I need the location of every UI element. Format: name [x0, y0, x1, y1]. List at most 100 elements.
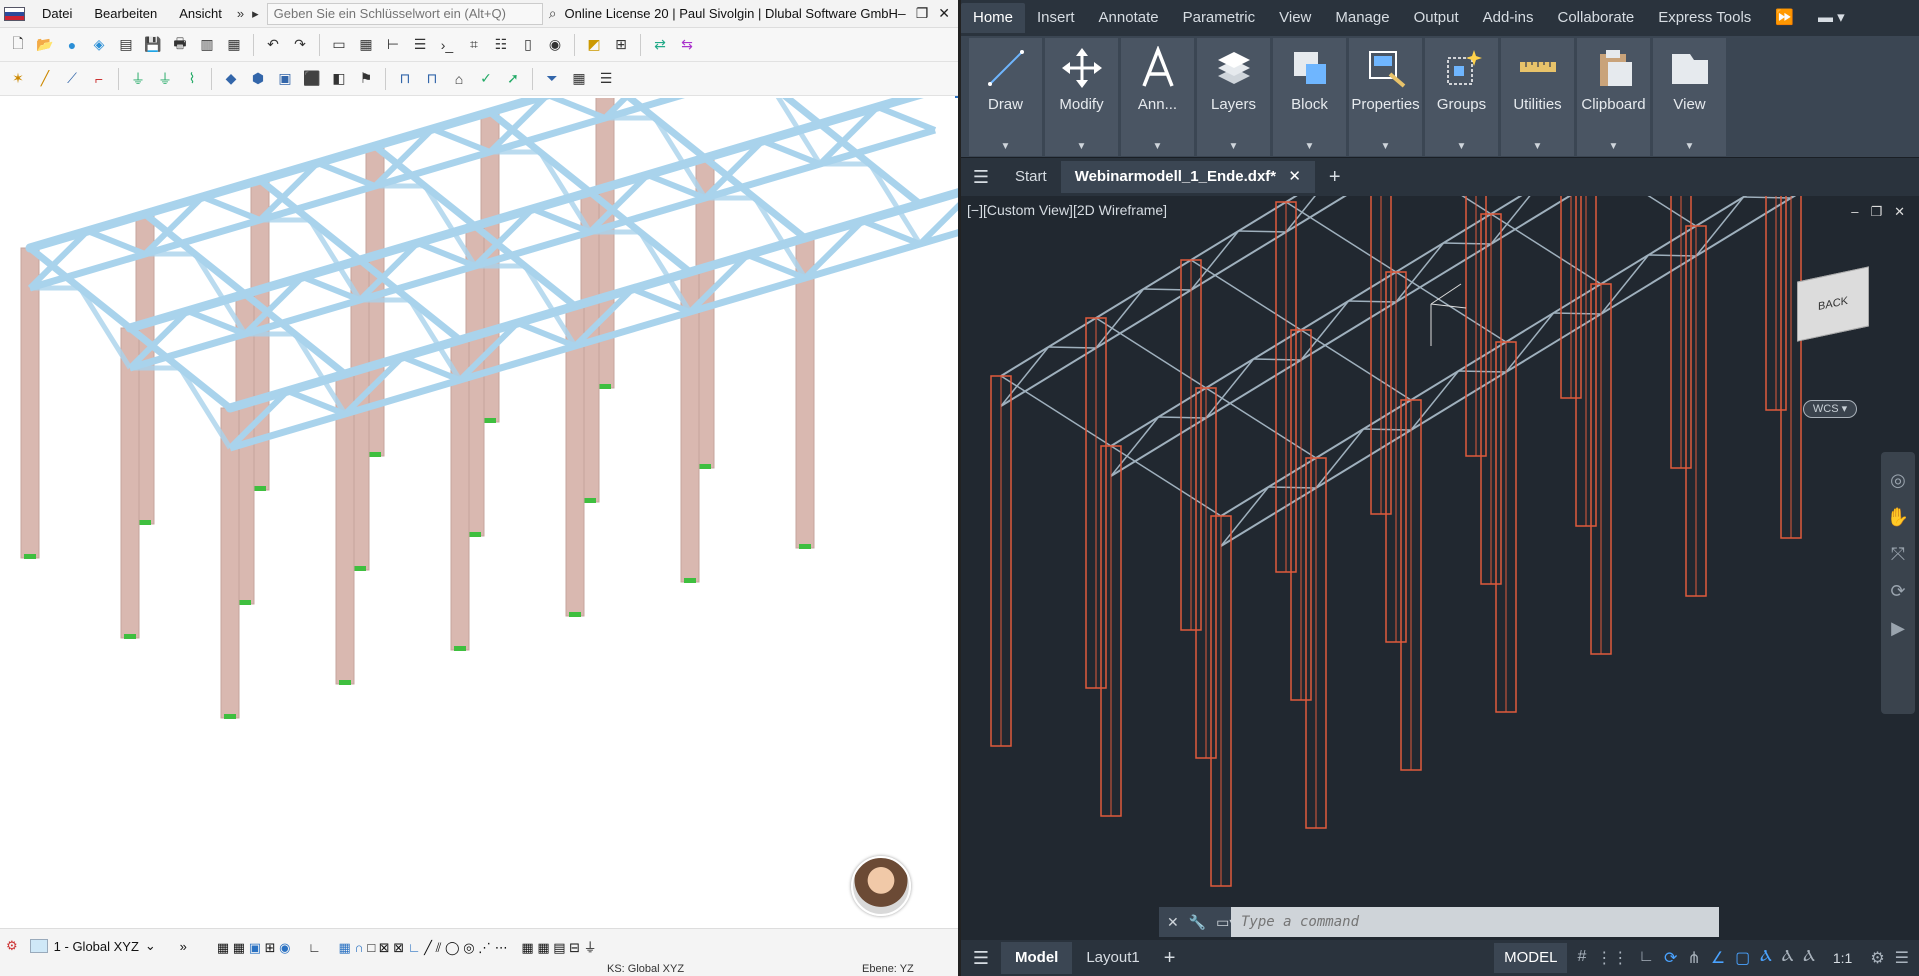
- more-icon[interactable]: »: [180, 939, 187, 954]
- new-tab-icon[interactable]: +: [1315, 166, 1355, 189]
- close-icon[interactable]: ✕: [1167, 914, 1179, 931]
- box-select-icon[interactable]: ▣: [273, 67, 297, 91]
- node-icon[interactable]: ✶: [6, 67, 30, 91]
- ribbon-tab-insert[interactable]: Insert: [1025, 3, 1087, 33]
- angle-icon[interactable]: ∟: [308, 940, 324, 955]
- funnel-icon[interactable]: ⏷: [540, 67, 564, 91]
- ribbon-tab-parametric[interactable]: Parametric: [1171, 3, 1268, 33]
- menu-bearbeiten[interactable]: Bearbeiten: [83, 6, 168, 21]
- model-space-button[interactable]: MODEL: [1494, 943, 1568, 973]
- wcs-badge[interactable]: WCS ▾: [1803, 400, 1857, 418]
- grid-view-icon[interactable]: ▦: [567, 67, 591, 91]
- panel-groups[interactable]: Groups ▼: [1425, 38, 1498, 156]
- view-icon-3[interactable]: ▣: [249, 940, 265, 955]
- ribbon-tab-output[interactable]: Output: [1402, 3, 1471, 33]
- showmotion-icon[interactable]: ▶: [1891, 618, 1905, 639]
- minimize-icon[interactable]: –: [1851, 204, 1858, 220]
- view-icon-5[interactable]: ◉: [279, 940, 294, 955]
- layouts-menu-icon[interactable]: ☰: [961, 948, 1001, 969]
- report-icon[interactable]: ▥: [195, 33, 219, 57]
- truss-icon[interactable]: ⊓: [420, 67, 444, 91]
- cube-icon[interactable]: ⬛: [300, 67, 324, 91]
- app-logo-icon[interactable]: [4, 6, 25, 21]
- section-icon[interactable]: ⊟: [569, 940, 584, 955]
- line-support-icon[interactable]: ⏚: [153, 67, 177, 91]
- coordinate-system-select[interactable]: 1 - Global XYZ ⌄: [24, 934, 174, 958]
- cloud-icon[interactable]: ●: [60, 33, 84, 57]
- panel-layers[interactable]: Layers ▼: [1197, 38, 1270, 156]
- view-icon-2[interactable]: ▦: [233, 940, 249, 955]
- grid-icon[interactable]: ▦: [521, 940, 537, 955]
- list-icon[interactable]: ☰: [408, 33, 432, 57]
- text-icon[interactable]: ⊞: [609, 33, 633, 57]
- object-snap-tracking-icon[interactable]: ∠: [1711, 948, 1725, 968]
- ribbon-tab-manage[interactable]: Manage: [1323, 3, 1401, 33]
- view-icon-1[interactable]: ▦: [217, 940, 233, 955]
- layers-stack-icon[interactable]: ☰: [594, 67, 618, 91]
- support-view-icon[interactable]: ⏚: [584, 940, 597, 955]
- hatch-icon[interactable]: ⋰: [478, 940, 495, 955]
- viewport-label[interactable]: [−][Custom View][2D Wireframe]: [967, 202, 1167, 218]
- rfem-3d-canvas[interactable]: [0, 98, 958, 928]
- zoom-icon[interactable]: ⤧: [1891, 544, 1905, 565]
- panel-properties[interactable]: Properties ▼: [1349, 38, 1422, 156]
- chevron-down-icon[interactable]: ▼: [1153, 141, 1163, 152]
- ring-icon[interactable]: ◎: [463, 940, 478, 955]
- gear-icon[interactable]: ⚙: [1870, 948, 1884, 968]
- file-tab-start[interactable]: Start: [1001, 161, 1061, 193]
- undo-icon[interactable]: ↶: [261, 33, 285, 57]
- chevron-down-icon[interactable]: ▼: [1077, 141, 1087, 152]
- line-icon[interactable]: ╱: [33, 67, 57, 91]
- ribbon-minimize-icon[interactable]: ▬ ▾: [1806, 3, 1857, 33]
- render-icon[interactable]: ◉: [543, 33, 567, 57]
- ribbon-more-icon[interactable]: ⏩: [1763, 3, 1806, 33]
- chevron-down-icon[interactable]: ▼: [1533, 141, 1543, 152]
- print-icon[interactable]: 🖶: [168, 33, 192, 57]
- chevron-down-icon[interactable]: ▼: [1685, 141, 1695, 152]
- object-snap-icon[interactable]: ▢: [1735, 948, 1750, 968]
- ribbon-tab-collaborate[interactable]: Collaborate: [1545, 3, 1646, 33]
- command-input[interactable]: [1231, 907, 1719, 937]
- ortho-icon[interactable]: ∟: [1638, 948, 1654, 968]
- user-avatar[interactable]: [851, 856, 911, 916]
- ribbon-tab-home[interactable]: Home: [961, 3, 1026, 33]
- save-icon[interactable]: 💾: [141, 33, 165, 57]
- stack-icon[interactable]: ▤: [553, 940, 569, 955]
- menu-more-icon[interactable]: »: [233, 6, 248, 21]
- support-icon[interactable]: ⏚: [126, 67, 150, 91]
- frame-grid-icon[interactable]: ▦: [537, 940, 553, 955]
- chevron-down-icon[interactable]: ▼: [1229, 141, 1239, 152]
- polar-icon[interactable]: ⟳: [1664, 948, 1677, 968]
- chevron-down-icon[interactable]: ▼: [1305, 141, 1315, 152]
- chevron-down-icon[interactable]: ▼: [1609, 141, 1619, 152]
- auto-scale-icon[interactable]: Ⲁ: [1782, 948, 1794, 968]
- menu-icon[interactable]: ☰: [961, 167, 1001, 188]
- panel-modify[interactable]: Modify ▼: [1045, 38, 1118, 156]
- wizard-icon[interactable]: ✓: [474, 67, 498, 91]
- ribbon-tab-annotate[interactable]: Annotate: [1087, 3, 1171, 33]
- customization-icon[interactable]: ☰: [1895, 948, 1909, 968]
- chevron-down-icon[interactable]: ▼: [1001, 141, 1011, 152]
- redo-icon[interactable]: ↷: [288, 33, 312, 57]
- load-icon[interactable]: ◆: [219, 67, 243, 91]
- sync-icon[interactable]: ⇄: [648, 33, 672, 57]
- member-icon[interactable]: ⟋: [60, 67, 84, 91]
- hinge-icon[interactable]: ⌇: [180, 67, 204, 91]
- grid-table-icon[interactable]: ▦: [354, 33, 378, 57]
- calculator-icon[interactable]: ▯: [516, 33, 540, 57]
- chevron-down-icon[interactable]: ▼: [1381, 141, 1391, 152]
- flag-icon[interactable]: ⚑: [354, 67, 378, 91]
- dimension-icon[interactable]: ⊢: [381, 33, 405, 57]
- snap-grid-icon[interactable]: ▦: [338, 940, 354, 955]
- close-icon[interactable]: ✕: [938, 5, 950, 22]
- customize-icon[interactable]: 🔧: [1189, 914, 1206, 931]
- search-options-icon[interactable]: ⌕: [549, 5, 557, 22]
- restore-icon[interactable]: ❐: [916, 5, 929, 22]
- ortho-icon[interactable]: ∟: [408, 940, 424, 955]
- square-x-icon[interactable]: ⊠: [379, 940, 394, 955]
- model-icon[interactable]: ◈: [87, 33, 111, 57]
- new-file-icon[interactable]: 🗋: [6, 33, 30, 57]
- layers-icon[interactable]: ☷: [489, 33, 513, 57]
- annotation-scale-icon[interactable]: Ⲁ: [1803, 948, 1815, 968]
- script-icon[interactable]: ⌗: [462, 33, 486, 57]
